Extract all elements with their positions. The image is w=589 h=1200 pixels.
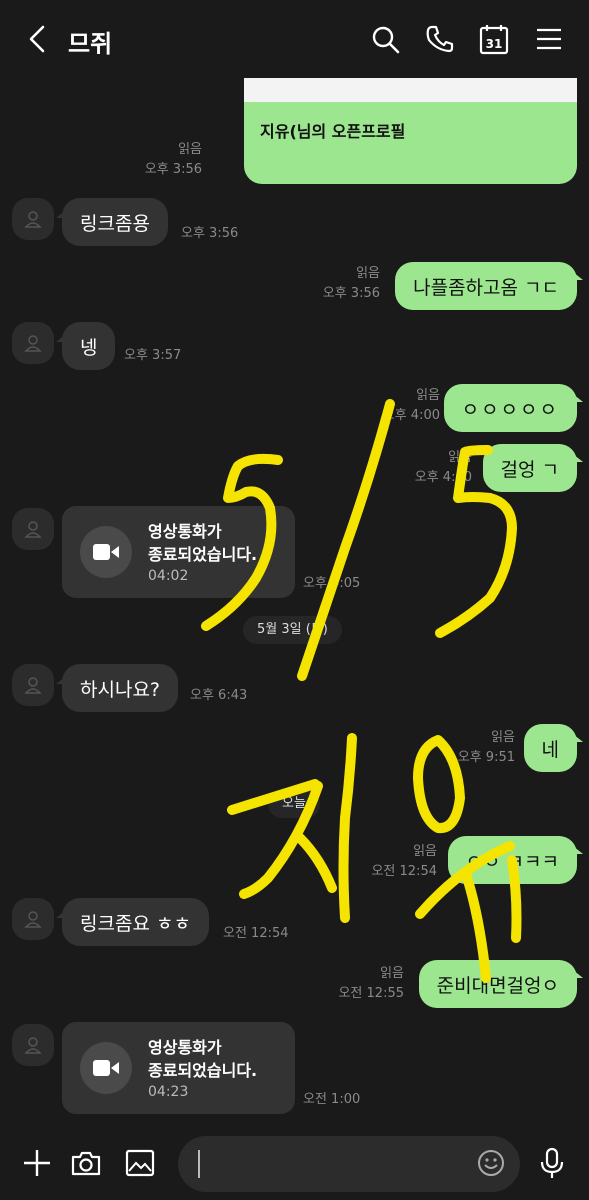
message-time: 오후 9:51 — [457, 750, 515, 765]
read-receipt: 읽음 — [413, 844, 437, 859]
avatar[interactable] — [12, 198, 54, 240]
read-receipt: 읽음 — [416, 388, 440, 403]
message-bubble-outgoing[interactable]: 네 — [523, 724, 584, 772]
emoji-icon[interactable] — [476, 1148, 506, 1178]
avatar[interactable] — [12, 322, 54, 364]
person-icon — [24, 677, 42, 694]
camera-icon[interactable] — [69, 1146, 103, 1180]
video-call-line2: 종료되었습니다. — [148, 1061, 258, 1080]
avatar[interactable] — [12, 1024, 54, 1066]
read-receipt: 읽음 — [178, 142, 202, 157]
message-time: 오후 3:56 — [144, 162, 202, 177]
message-time: 오후 4:00 — [382, 408, 440, 423]
open-profile-card[interactable]: 지유(님의 오픈프로필 — [244, 78, 577, 184]
scribble-stroke — [338, 733, 357, 923]
person-icon — [24, 521, 42, 538]
profile-card-title: 지유(님의 오픈프로필 — [260, 122, 406, 141]
message-meta: 읽음 오후 4:00 — [410, 448, 472, 488]
message-meta: 읽음 오전 12:55 — [330, 964, 404, 1004]
video-call-line1: 영상통화가 — [148, 522, 222, 541]
avatar[interactable] — [12, 898, 54, 940]
phone-icon[interactable] — [423, 22, 457, 56]
profile-card-thumbnail — [244, 78, 577, 102]
message-bubble-incoming[interactable]: 넹 — [55, 322, 116, 370]
plus-icon[interactable] — [20, 1146, 54, 1180]
back-icon[interactable] — [26, 24, 48, 54]
mic-icon[interactable] — [535, 1146, 569, 1180]
calendar-day: 31 — [486, 37, 503, 51]
message-bubble-incoming[interactable]: 링크좀용 — [56, 198, 168, 246]
date-divider: 오늘 — [268, 790, 320, 818]
video-camera-icon — [80, 526, 132, 578]
message-bubble-outgoing[interactable]: 준비대면걸엉ㅇ — [418, 960, 584, 1008]
message-time: 오후 6:43 — [190, 688, 248, 703]
message-time: 오후 4:00 — [414, 470, 472, 485]
video-call-duration: 04:02 — [148, 568, 189, 584]
chat-header: 므쥐 31 — [0, 0, 589, 78]
person-icon — [24, 1037, 42, 1054]
message-time: 오후 4:05 — [303, 576, 361, 591]
message-time: 오전 1:00 — [303, 1092, 361, 1107]
message-time: 오전 12:54 — [371, 864, 437, 879]
scribble-stroke — [295, 833, 337, 893]
message-bubble-outgoing[interactable]: ㅇㅇ ㅋㅋㅋ — [447, 836, 584, 884]
text-cursor — [198, 1150, 200, 1178]
video-call-card[interactable]: 영상통화가 종료되었습니다. 04:02 — [62, 506, 295, 598]
person-icon — [24, 335, 42, 352]
chat-area[interactable]: 지유(님의 오픈프로필 읽음 오후 3:56 링크좀용 오후 3:56 나플좀하… — [0, 78, 589, 1126]
message-bubble-outgoing[interactable]: 나플좀하고옴 ㄱㄷ — [395, 262, 583, 310]
read-receipt: 읽음 — [356, 266, 380, 281]
message-meta: 읽음 오후 3:56 — [130, 140, 202, 180]
message-meta: 읽음 오후 3:56 — [300, 264, 380, 304]
menu-icon[interactable] — [532, 22, 566, 56]
message-time: 오후 3:56 — [181, 226, 239, 241]
scribble-stroke — [413, 735, 465, 834]
person-icon — [24, 911, 42, 928]
message-meta: 읽음 오후 4:00 — [380, 386, 440, 426]
search-icon[interactable] — [368, 22, 402, 56]
message-bubble-incoming[interactable]: 링크좀요 ㅎㅎ — [56, 898, 209, 946]
message-time: 오전 12:55 — [338, 986, 404, 1001]
message-bubble-incoming[interactable]: 하시나요? — [55, 664, 179, 712]
message-input[interactable] — [178, 1136, 520, 1192]
read-receipt: 읽음 — [380, 966, 404, 981]
read-receipt: 읽음 — [491, 730, 515, 745]
message-time: 오후 3:57 — [124, 348, 182, 363]
calendar-icon[interactable]: 31 — [477, 22, 511, 56]
message-bubble-outgoing[interactable]: ㅇㅇㅇㅇㅇ — [443, 384, 584, 432]
avatar[interactable] — [12, 664, 54, 706]
chat-title: 므쥐 — [68, 30, 113, 58]
video-call-card[interactable]: 영상통화가 종료되었습니다. 04:23 — [62, 1022, 295, 1114]
read-receipt: 읽음 — [448, 450, 472, 465]
video-call-status: 영상통화가 종료되었습니다. — [148, 1036, 288, 1082]
avatar[interactable] — [12, 508, 54, 550]
message-meta: 읽음 오후 9:51 — [455, 728, 515, 768]
message-time: 오전 12:54 — [223, 926, 289, 941]
message-meta: 읽음 오전 12:54 — [365, 842, 437, 882]
video-camera-icon — [80, 1042, 132, 1094]
person-icon — [24, 211, 42, 228]
video-call-status: 영상통화가 종료되었습니다. — [148, 520, 288, 566]
video-call-line1: 영상통화가 — [148, 1038, 222, 1057]
gallery-icon[interactable] — [123, 1146, 157, 1180]
message-time: 오후 3:56 — [322, 286, 380, 301]
video-call-line2: 종료되었습니다. — [148, 545, 258, 564]
composer-bar — [0, 1126, 589, 1200]
message-bubble-outgoing[interactable]: 걸엉 ㄱ — [482, 444, 584, 492]
date-divider: 5월 3일 (토) — [243, 616, 342, 644]
video-call-duration: 04:23 — [148, 1084, 189, 1100]
